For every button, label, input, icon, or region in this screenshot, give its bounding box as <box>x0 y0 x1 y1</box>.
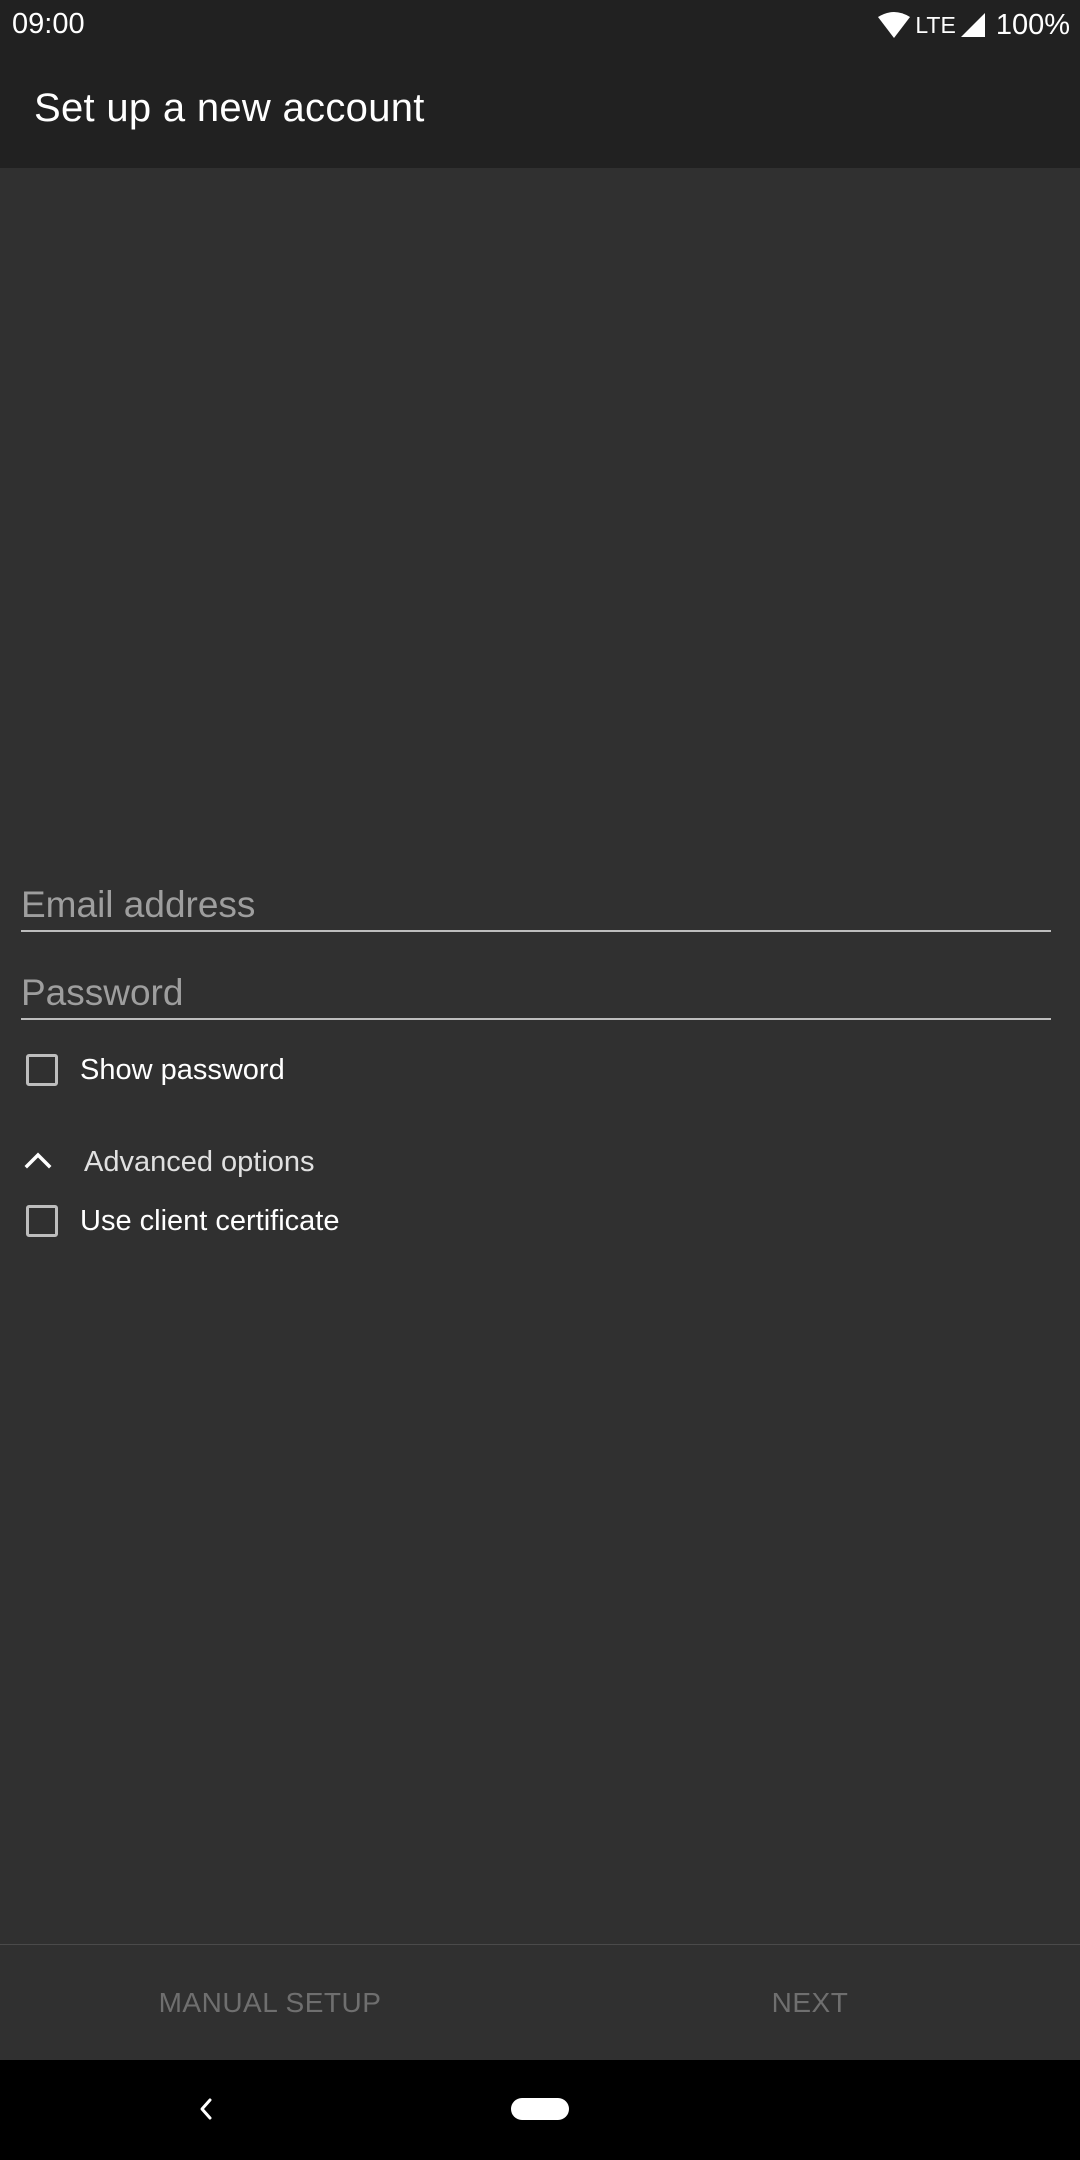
status-bar: 09:00 LTE 100% <box>0 0 1080 50</box>
status-icons: LTE 100% <box>877 8 1070 42</box>
email-field-container <box>21 870 1051 932</box>
bottom-action-bar: MANUAL SETUP NEXT <box>0 1944 1080 2060</box>
client-certificate-label: Use client certificate <box>80 1204 340 1237</box>
wifi-icon <box>877 11 911 39</box>
navigation-bar <box>0 2060 1080 2160</box>
password-field-container <box>21 958 1051 1020</box>
battery-level: 100% <box>995 8 1070 41</box>
app-bar: Set up a new account <box>0 50 1080 168</box>
client-certificate-checkbox[interactable] <box>26 1205 58 1237</box>
advanced-options-toggle[interactable]: Advanced options <box>24 1142 315 1182</box>
email-input[interactable] <box>21 884 1051 926</box>
back-icon[interactable] <box>196 2094 216 2129</box>
network-type: LTE <box>915 11 956 38</box>
advanced-options-label: Advanced options <box>84 1145 315 1178</box>
show-password-checkbox[interactable] <box>26 1054 58 1086</box>
home-pill-icon[interactable] <box>511 2098 569 2120</box>
show-password-option[interactable]: Show password <box>26 1048 285 1092</box>
cell-signal-icon <box>960 12 986 38</box>
show-password-label: Show password <box>80 1053 285 1086</box>
status-time: 09:00 <box>12 8 85 40</box>
page-title: Set up a new account <box>34 86 425 130</box>
account-setup-screen: 09:00 LTE 100% Set up a new account Show <box>0 0 1080 2160</box>
chevron-up-icon <box>24 1150 52 1175</box>
next-button[interactable]: NEXT <box>730 1945 890 2060</box>
client-certificate-option[interactable]: Use client certificate <box>26 1199 340 1243</box>
manual-setup-button[interactable]: MANUAL SETUP <box>110 1945 430 2060</box>
password-input[interactable] <box>21 972 1051 1014</box>
